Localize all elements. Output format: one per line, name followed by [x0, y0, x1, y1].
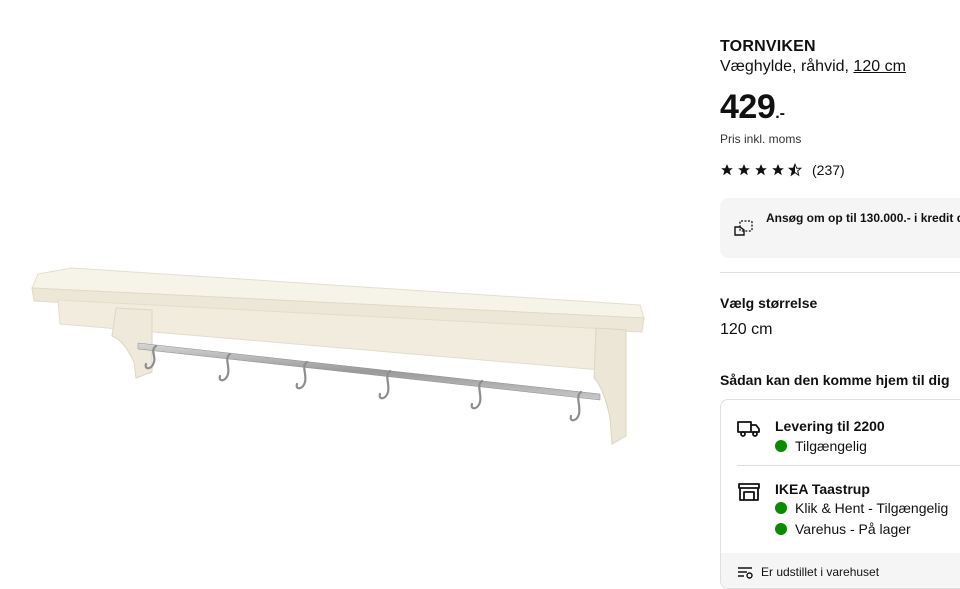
home-delivery-title: Levering til 2200	[775, 418, 885, 434]
product-type: Væghylde, råhvid,	[720, 58, 849, 75]
delivery-heading: Sådan kan den komme hjem til dig	[720, 372, 950, 388]
credit-text: Ansøg om op til 130.000.- i kredit dag	[766, 211, 960, 225]
click-collect-text: Klik & Hent - Tilgængelig	[795, 500, 949, 516]
stock-status: Varehus - På lager	[775, 521, 911, 537]
credit-icon	[734, 220, 753, 236]
wall-shelf-illustration	[31, 267, 645, 445]
product-description: Væghylde, råhvid, 120 cm	[720, 58, 906, 76]
price-note: Pris inkl. moms	[720, 132, 802, 146]
in-stock-dot-icon	[775, 523, 787, 535]
product-price: 429.-	[720, 88, 785, 127]
stock-text: Varehus - På lager	[795, 521, 911, 537]
available-dot-icon	[775, 440, 787, 452]
display-note[interactable]: Er udstillet i varehuset	[721, 553, 960, 588]
size-selector[interactable]: 120 cm	[720, 321, 772, 339]
product-info-panel: TORNVIKEN Væghylde, råhvid, 120 cm 429.-…	[720, 0, 960, 589]
product-name: TORNVIKEN	[720, 38, 816, 55]
half-star-icon	[788, 163, 802, 177]
display-icon	[738, 566, 753, 579]
truck-icon	[737, 421, 760, 437]
size-heading: Vælg størrelse	[720, 295, 818, 311]
home-delivery-status: Tilgængelig	[775, 438, 867, 454]
size-link[interactable]: 120 cm	[853, 58, 905, 75]
available-dot-icon	[775, 502, 787, 514]
store-icon	[738, 483, 760, 501]
divider	[720, 272, 960, 273]
rating-count: (237)	[812, 162, 845, 178]
availability-box: Levering til 2200 Tilgængelig IKEA Taast…	[720, 399, 960, 589]
click-collect-status: Klik & Hent - Tilgængelig	[775, 500, 948, 516]
display-note-text: Er udstillet i varehuset	[761, 564, 880, 579]
product-image[interactable]	[0, 0, 680, 589]
price-decimal: .-	[775, 105, 786, 122]
credit-offer-box[interactable]: Ansøg om op til 130.000.- i kredit dag	[720, 198, 960, 258]
star-icon	[755, 164, 767, 176]
home-delivery-status-text: Tilgængelig	[795, 438, 867, 454]
star-icon	[721, 164, 733, 176]
store-title: IKEA Taastrup	[775, 481, 870, 497]
divider	[737, 465, 960, 466]
rating-stars	[720, 163, 802, 177]
star-icon	[772, 164, 784, 176]
product-rating[interactable]: (237)	[720, 162, 845, 178]
product-page: TORNVIKEN Væghylde, råhvid, 120 cm 429.-…	[0, 0, 960, 589]
star-icon	[738, 164, 750, 176]
price-integer: 429	[720, 88, 776, 126]
